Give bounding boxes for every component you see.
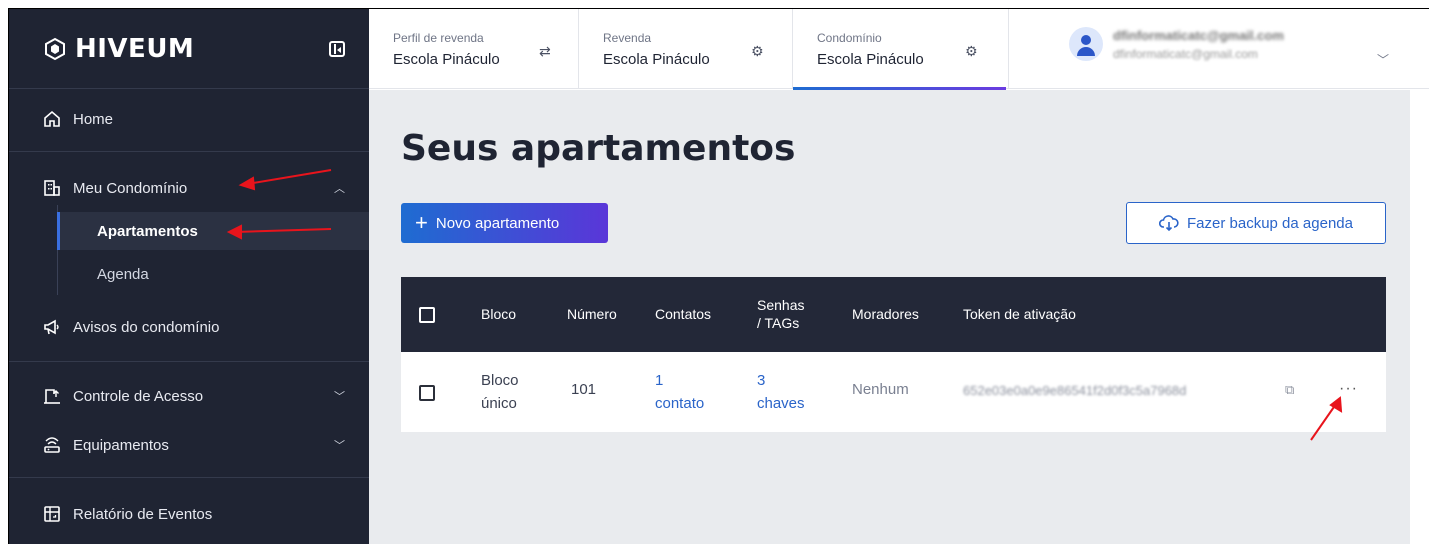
- annotation-arrows: [226, 169, 1343, 441]
- annotation-arrowhead: [226, 224, 242, 240]
- annotation-arrow-meu-condominio: [246, 169, 332, 185]
- app-window: HIVEUM Home Meu Condomínio ︿ Apartamento…: [8, 8, 1429, 544]
- annotation-arrowhead: [238, 176, 256, 191]
- annotation-arrow-apartamentos: [234, 228, 332, 233]
- annotation-arrow-actions: [1310, 403, 1337, 441]
